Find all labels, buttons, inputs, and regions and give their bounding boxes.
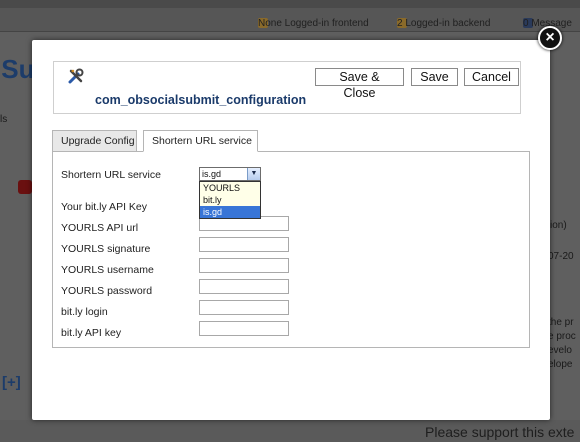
yourls-api-url-label: YOURLS API url	[61, 222, 139, 234]
background-expand-link: [+]	[2, 374, 21, 391]
tab-upgrade-config[interactable]: Upgrade Config	[52, 130, 137, 152]
yourls-password-field[interactable]	[199, 279, 289, 294]
shortener-service-label: Shortern URL service	[61, 169, 161, 181]
wrench-screwdriver-icon	[68, 68, 84, 84]
shortener-service-selected-value: is.gd	[202, 169, 222, 179]
configuration-modal: com_obsocialsubmit_configuration Save & …	[32, 40, 550, 420]
tab-shortern-url-service[interactable]: Shortern URL service	[143, 130, 258, 152]
dropdown-option-yourls[interactable]: YOURLS	[200, 182, 260, 194]
yourls-username-field[interactable]	[199, 258, 289, 273]
background-fragment: ion)	[550, 220, 567, 231]
background-fragment: 07-20	[548, 251, 574, 262]
save-button[interactable]: Save	[411, 68, 458, 86]
cancel-button[interactable]: Cancel	[464, 68, 519, 86]
bitly-login-label: bit.ly login	[61, 306, 108, 318]
yourls-username-label: YOURLS username	[61, 264, 154, 276]
background-menu-bar	[0, 0, 580, 8]
background-fragment: the pr e proc evelo elope	[548, 317, 576, 370]
bitly-login-field[interactable]	[199, 300, 289, 315]
bitly-api-key-label: Your bit.ly API Key	[61, 201, 147, 213]
yourls-signature-field[interactable]	[199, 237, 289, 252]
save-close-button[interactable]: Save & Close	[315, 68, 404, 100]
component-title: com_obsocialsubmit_configuration	[95, 93, 307, 107]
bitly-api-key-2-label: bit.ly API key	[61, 327, 122, 339]
background-status-bar: None Logged-in frontend 2 Logged-in back…	[0, 8, 580, 32]
chevron-down-icon[interactable]: ▼	[247, 168, 260, 180]
dropdown-option-bitly[interactable]: bit.ly	[200, 194, 260, 206]
yourls-password-label: YOURLS password	[61, 285, 153, 297]
yourls-signature-label: YOURLS signature	[61, 243, 151, 255]
background-icon	[18, 180, 32, 194]
toolbar: com_obsocialsubmit_configuration Save & …	[53, 61, 521, 114]
shortener-service-dropdown: YOURLS bit.ly is.gd	[199, 181, 261, 219]
bitly-api-key-2-field[interactable]	[199, 321, 289, 336]
shortener-settings-panel: Shortern URL service is.gd ▼ YOURLS bit.…	[52, 151, 530, 348]
shortener-service-select[interactable]: is.gd ▼	[199, 167, 261, 181]
background-footer: Please support this exte	[0, 420, 580, 442]
close-icon[interactable]: ×	[538, 26, 562, 50]
background-fragment: ls	[0, 114, 8, 125]
dropdown-option-isgd[interactable]: is.gd	[200, 206, 260, 218]
